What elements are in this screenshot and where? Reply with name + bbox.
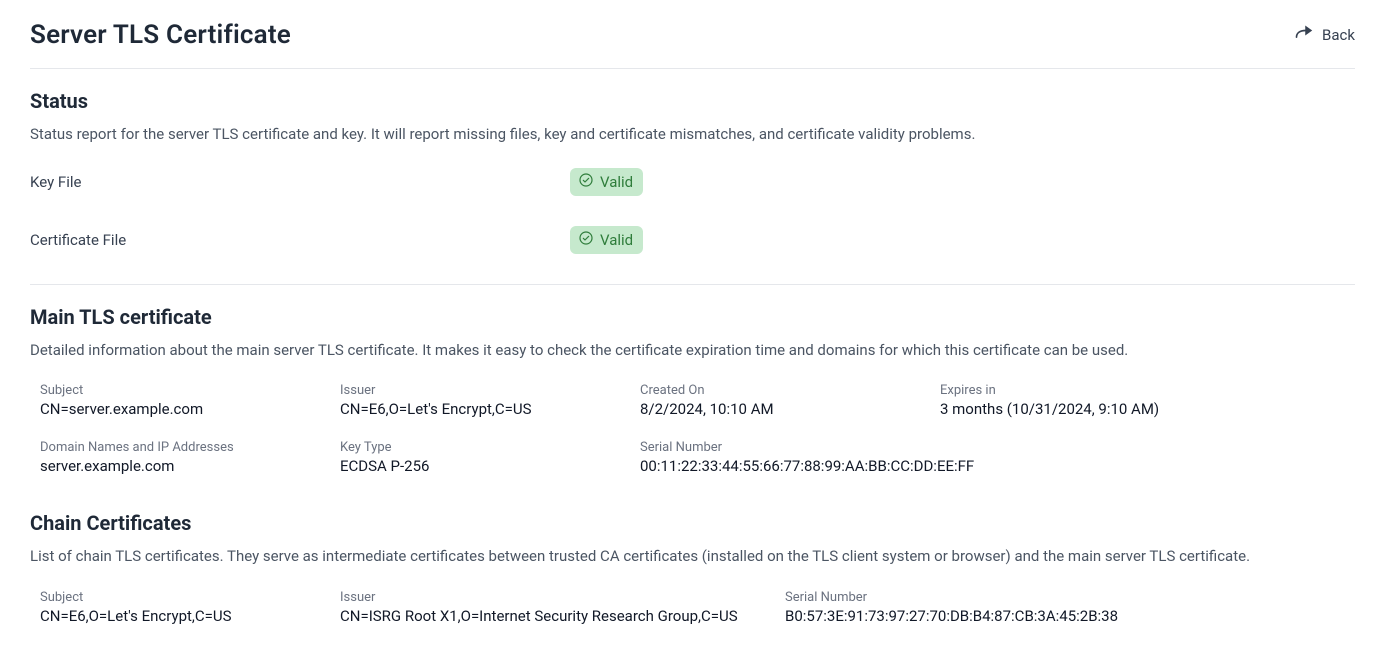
field-value: server.example.com (40, 457, 320, 475)
field-value: ECDSA P-256 (340, 457, 620, 475)
field-value: CN=ISRG Root X1,O=Internet Security Rese… (340, 607, 765, 625)
field-keytype: Key Type ECDSA P-256 (340, 440, 640, 475)
page-header: Server TLS Certificate Back (30, 20, 1355, 69)
main-cert-grid: Subject CN=server.example.com Issuer CN=… (30, 383, 1355, 489)
field-label: Issuer (340, 590, 765, 605)
field-issuer: Issuer CN=ISRG Root X1,O=Internet Securi… (340, 590, 785, 625)
field-serial: Serial Number B0:57:3E:91:73:97:27:70:DB… (785, 590, 1230, 625)
keyfile-status: Valid (600, 173, 633, 191)
field-expires: Expires in 3 months (10/31/2024, 9:10 AM… (940, 383, 1280, 418)
field-value: CN=E6,O=Let's Encrypt,C=US (340, 400, 620, 418)
check-circle-icon (578, 172, 594, 192)
field-label: Subject (40, 590, 320, 605)
page-title: Server TLS Certificate (30, 20, 291, 50)
keyfile-label: Key File (30, 173, 570, 191)
main-cert-description: Detailed information about the main serv… (30, 339, 1355, 362)
field-value: CN=E6,O=Let's Encrypt,C=US (40, 607, 320, 625)
status-badge: Valid (570, 226, 643, 254)
check-circle-icon (578, 230, 594, 250)
certfile-label: Certificate File (30, 231, 570, 249)
field-serial: Serial Number 00:11:22:33:44:55:66:77:88… (640, 440, 1280, 475)
field-issuer: Issuer CN=E6,O=Let's Encrypt,C=US (340, 383, 640, 418)
field-label: Key Type (340, 440, 620, 455)
field-value: 3 months (10/31/2024, 9:10 AM) (940, 400, 1260, 418)
field-value: B0:57:3E:91:73:97:27:70:DB:B4:87:CB:3A:4… (785, 607, 1210, 625)
chain-cert-grid: Subject CN=E6,O=Let's Encrypt,C=US Issue… (30, 590, 1355, 639)
field-label: Subject (40, 383, 320, 398)
back-label: Back (1322, 26, 1355, 44)
status-badge: Valid (570, 168, 643, 196)
field-label: Created On (640, 383, 920, 398)
field-label: Issuer (340, 383, 620, 398)
chain-description: List of chain TLS certificates. They ser… (30, 545, 1355, 568)
field-subject: Subject CN=E6,O=Let's Encrypt,C=US (40, 590, 340, 625)
field-created: Created On 8/2/2024, 10:10 AM (640, 383, 940, 418)
chain-heading: Chain Certificates (30, 511, 1355, 535)
field-label: Domain Names and IP Addresses (40, 440, 320, 455)
status-row-certfile: Certificate File Valid (30, 226, 1355, 254)
certfile-status: Valid (600, 231, 633, 249)
status-description: Status report for the server TLS certifi… (30, 123, 1355, 146)
field-label: Serial Number (785, 590, 1210, 605)
back-arrow-icon (1294, 23, 1314, 47)
field-label: Expires in (940, 383, 1260, 398)
back-button[interactable]: Back (1294, 23, 1355, 47)
field-subject: Subject CN=server.example.com (40, 383, 340, 418)
field-label: Serial Number (640, 440, 1260, 455)
field-value: CN=server.example.com (40, 400, 320, 418)
section-divider (30, 284, 1355, 285)
field-value: 8/2/2024, 10:10 AM (640, 400, 920, 418)
status-heading: Status (30, 89, 1355, 113)
status-row-keyfile: Key File Valid (30, 168, 1355, 196)
main-cert-heading: Main TLS certificate (30, 305, 1355, 329)
field-value: 00:11:22:33:44:55:66:77:88:99:AA:BB:CC:D… (640, 457, 1260, 475)
field-domains: Domain Names and IP Addresses server.exa… (40, 440, 340, 475)
